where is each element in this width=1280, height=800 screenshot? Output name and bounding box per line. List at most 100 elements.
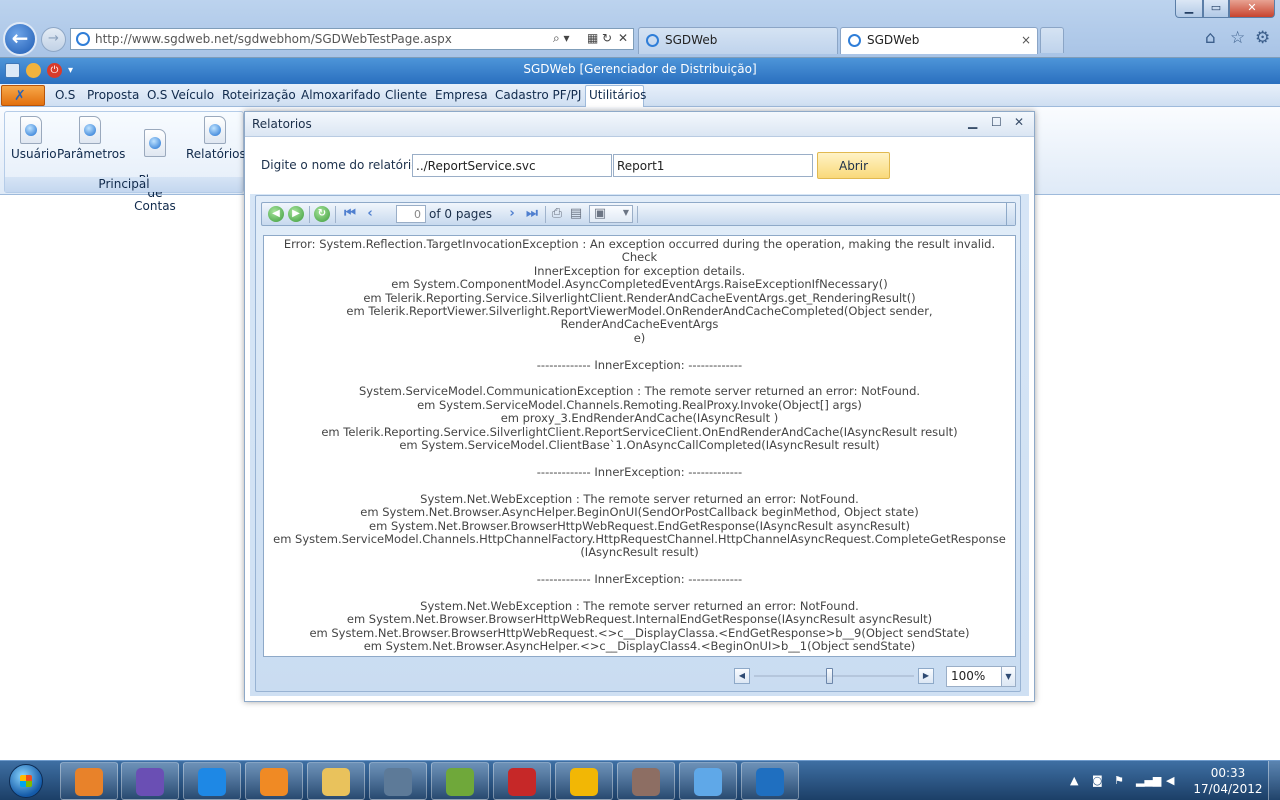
viewer-footer: ◀ ▶ 100% ▼	[256, 662, 1020, 691]
zoom-select[interactable]: 100% ▼	[946, 666, 1016, 687]
network-icon[interactable]: ▂▄▆	[1136, 774, 1161, 787]
taskbar-app-button[interactable]	[183, 762, 241, 800]
menu-item-os[interactable]: O.S	[55, 88, 75, 102]
zoom-out-icon[interactable]: ◀	[734, 668, 750, 684]
taskbar-app-button[interactable]	[245, 762, 303, 800]
browser-tab-2[interactable]: SGDWeb ×	[840, 27, 1038, 54]
clock-date[interactable]: 17/04/2012	[1190, 782, 1266, 796]
dialog-maximize-icon[interactable]: ☐	[991, 115, 1002, 129]
last-page-icon[interactable]: ⏭	[524, 206, 540, 222]
parametros-button[interactable]: Parâmetros	[57, 116, 125, 161]
tab-close-icon[interactable]: ×	[1021, 28, 1031, 53]
file-explorer-icon	[322, 768, 350, 796]
visual-studio-icon	[136, 768, 164, 796]
zoom-thumb[interactable]	[826, 668, 833, 684]
export-format-select[interactable]: ▣ ▼	[589, 205, 633, 223]
app-menu-button[interactable]: ✗	[1, 85, 45, 106]
taskbar: ▲ ◙ ⚑ ▂▄▆ ◀︎ 00:33 17/04/2012	[0, 760, 1280, 800]
filezilla-icon	[508, 768, 536, 796]
toolbar-overflow-handle[interactable]	[1006, 203, 1015, 225]
menu-item-os-veiculo[interactable]: O.S Veículo	[147, 88, 214, 102]
forward-icon[interactable]: ▶	[288, 206, 304, 222]
taskbar-app-button[interactable]	[493, 762, 551, 800]
menu-item-cadastro-pf-pj[interactable]: Cadastro PF/PJ	[495, 88, 581, 102]
report-form: Digite o nome do relatório Abrir	[250, 138, 1029, 194]
page-number-input[interactable]	[396, 205, 426, 223]
dialog-close-icon[interactable]: ✕	[1014, 115, 1024, 129]
start-button[interactable]	[2, 761, 50, 800]
taskbar-app-button[interactable]	[60, 762, 118, 800]
previous-page-icon[interactable]: ‹	[362, 206, 378, 222]
taskbar-app-button[interactable]	[307, 762, 365, 800]
service-url-input[interactable]	[412, 154, 612, 177]
window-maximize-button[interactable]: ▭	[1203, 0, 1229, 18]
power-icon[interactable]: ⏻	[47, 63, 62, 78]
forward-button[interactable]: →	[41, 27, 66, 52]
plano-de-contas-button[interactable]: Plano de Contas	[125, 116, 185, 213]
zoom-track[interactable]	[754, 675, 914, 677]
save-disk-icon: ▣	[593, 206, 607, 221]
address-bar[interactable]: ⌕ ▾ ▦ ↻ ✕	[70, 28, 634, 50]
window-close-button[interactable]: ✕	[1229, 0, 1275, 18]
stop-icon[interactable]: ✕	[618, 31, 628, 45]
menu-item-utilitarios[interactable]: Utilitários	[589, 88, 646, 102]
menu-item-roteirizacao[interactable]: Roteirização	[222, 88, 296, 102]
action-center-flag-icon[interactable]: ⚑	[1114, 774, 1124, 787]
menu-item-empresa[interactable]: Empresa	[435, 88, 488, 102]
refresh-icon[interactable]: ↻	[314, 206, 330, 222]
chevron-down-icon[interactable]: ▾	[68, 63, 73, 78]
first-page-icon[interactable]: ⏮	[342, 206, 358, 222]
browser-tab-1[interactable]: SGDWeb	[638, 27, 838, 54]
print-icon[interactable]: ▤	[568, 206, 584, 222]
menu-item-cliente[interactable]: Cliente	[385, 88, 427, 102]
report-name-input[interactable]	[613, 154, 813, 177]
next-page-icon[interactable]: ›	[504, 206, 520, 222]
edit-plus-icon	[446, 768, 474, 796]
show-desktop-button[interactable]	[1268, 761, 1280, 800]
toolbar-separator	[335, 206, 336, 223]
error-message: Error: System.Reflection.TargetInvocatio…	[273, 237, 1006, 654]
usuario-button[interactable]: Usuário	[11, 116, 57, 161]
users-icon[interactable]	[26, 63, 41, 78]
clock-time[interactable]: 00:33	[1190, 766, 1266, 780]
zoom-slider[interactable]: ◀ ▶	[734, 667, 934, 685]
windows-start-icon	[9, 764, 43, 798]
volume-icon[interactable]: ◀︎	[1166, 774, 1174, 787]
taskbar-app-button[interactable]	[555, 762, 613, 800]
taskbar-app-button[interactable]	[741, 762, 799, 800]
taskbar-app-button[interactable]	[679, 762, 737, 800]
menu-bar: ✗ O.S Proposta O.S Veículo Roteirização …	[0, 84, 1280, 107]
favorites-star-icon[interactable]: ☆	[1230, 28, 1245, 48]
taskbar-app-button[interactable]	[431, 762, 489, 800]
dialog-minimize-icon[interactable]: ▁	[968, 115, 977, 129]
tray-expand-icon[interactable]: ▲	[1070, 774, 1078, 787]
tab-favicon-icon	[848, 34, 861, 47]
print-preview-icon[interactable]: ⎙	[549, 206, 565, 222]
app-logo-icon: ✗	[14, 88, 26, 104]
window-minimize-button[interactable]: ▁	[1175, 0, 1203, 18]
gear-icon[interactable]: ⚙	[1255, 28, 1270, 48]
compatibility-view-icon[interactable]: ▦	[587, 31, 598, 45]
home-icon[interactable]: ⌂	[1205, 28, 1216, 48]
tray-app-icon[interactable]: ◙	[1092, 774, 1103, 787]
relatorios-button[interactable]: Relatórios	[186, 116, 246, 161]
taskbar-app-button[interactable]	[121, 762, 179, 800]
ribbon-group-principal: Usuário Parâmetros Plano de Contas Relat…	[4, 111, 246, 213]
back-arrow-icon: ←	[11, 26, 29, 50]
menu-item-proposta[interactable]: Proposta	[87, 88, 139, 102]
taskbar-app-button[interactable]	[617, 762, 675, 800]
chrome-icon	[570, 768, 598, 796]
url-input[interactable]	[95, 31, 535, 47]
taskbar-app-button[interactable]	[369, 762, 427, 800]
menu-item-almoxarifado[interactable]: Almoxarifado	[301, 88, 380, 102]
back-button[interactable]: ←	[3, 22, 37, 56]
open-report-button[interactable]: Abrir	[817, 152, 890, 179]
back-icon[interactable]: ◀	[268, 206, 284, 222]
search-icon[interactable]: ⌕ ▾	[553, 31, 570, 46]
document-globe-icon	[144, 129, 166, 157]
new-tab-button[interactable]	[1040, 27, 1064, 53]
save-icon[interactable]	[5, 63, 20, 78]
zoom-in-icon[interactable]: ▶	[918, 668, 934, 684]
refresh-icon[interactable]: ↻	[602, 31, 612, 45]
dialog-titlebar[interactable]: Relatorios ▁ ☐ ✕	[245, 112, 1034, 137]
